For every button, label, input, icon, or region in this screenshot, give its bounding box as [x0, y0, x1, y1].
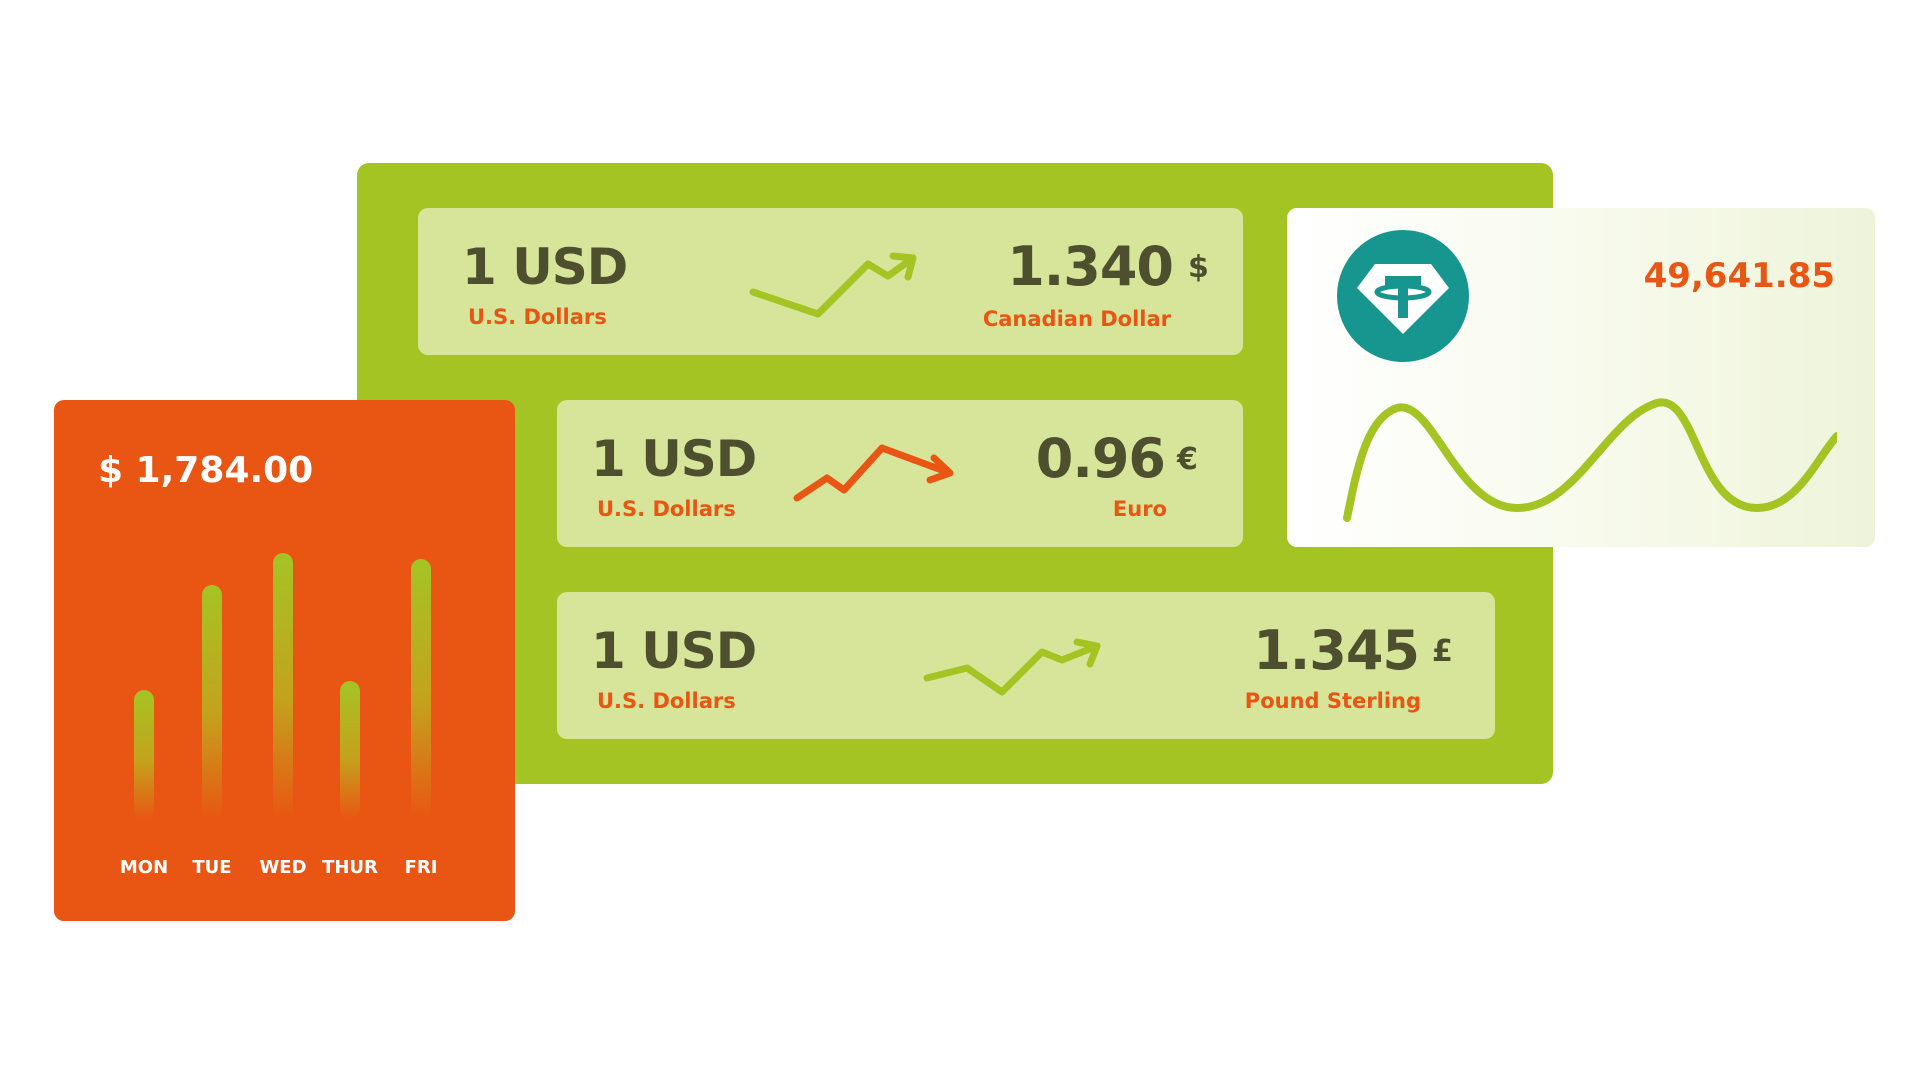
- exchange-rate-value: 1.340: [1007, 235, 1174, 298]
- target-currency-name: Canadian Dollar: [982, 307, 1171, 331]
- day-label-thur: THUR: [322, 857, 378, 878]
- weekly-spending-card[interactable]: $ 1,784.00 MON TUE WED THUR FRI: [54, 400, 515, 921]
- base-amount: 1 USD: [591, 622, 757, 680]
- rate-card-gbp[interactable]: 1 USD U.S. Dollars 1.345 £ Pound Sterlin…: [557, 592, 1495, 739]
- base-currency-name: U.S. Dollars: [597, 689, 736, 713]
- exchange-rate-value: 0.96: [1035, 427, 1166, 490]
- crypto-card[interactable]: 49,641.85: [1287, 208, 1875, 547]
- rate-card-eur[interactable]: 1 USD U.S. Dollars 0.96 € Euro: [557, 400, 1243, 547]
- base-currency-name: U.S. Dollars: [597, 497, 736, 521]
- crypto-price: 49,641.85: [1643, 256, 1835, 296]
- day-label-fri: FRI: [404, 857, 438, 878]
- bar-tue: [202, 585, 222, 820]
- bar-fri: [411, 559, 431, 820]
- bar-mon: [134, 689, 154, 820]
- base-currency-name: U.S. Dollars: [468, 305, 607, 329]
- target-currency-name: Euro: [1112, 497, 1167, 521]
- rate-card-cad[interactable]: 1 USD U.S. Dollars 1.340 $ Canadian Doll…: [418, 208, 1243, 355]
- day-label-tue: TUE: [192, 857, 232, 878]
- currency-symbol: $: [1188, 250, 1209, 285]
- currency-symbol: €: [1177, 442, 1198, 477]
- up-trend-arrow-icon: [923, 638, 1101, 696]
- target-currency-name: Pound Sterling: [1244, 689, 1421, 713]
- tether-logo-icon: [1357, 264, 1449, 334]
- up-trend-arrow-icon: [749, 252, 917, 318]
- bar-thur: [340, 680, 360, 820]
- currency-symbol: £: [1432, 634, 1453, 669]
- bar-wed: [273, 553, 293, 820]
- base-amount: 1 USD: [591, 430, 757, 488]
- exchange-rate-value: 1.345: [1253, 619, 1420, 682]
- tether-logo-icon: [1337, 230, 1469, 362]
- base-amount: 1 USD: [462, 238, 628, 296]
- down-trend-arrow-icon: [793, 444, 954, 502]
- weekly-bar-chart: MON TUE WED THUR FRI: [54, 400, 515, 921]
- crypto-price-line: [1343, 398, 1837, 522]
